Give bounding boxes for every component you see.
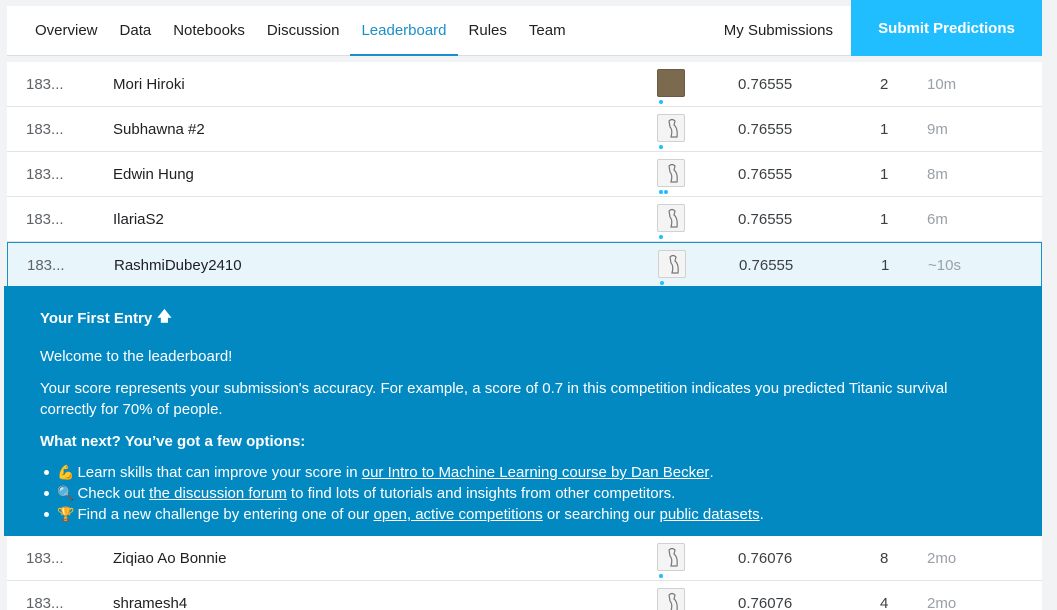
tier-dot-icon — [660, 281, 664, 285]
rank: 183... — [26, 121, 64, 138]
trophy-icon: 🏆 — [57, 506, 75, 522]
entries-count: 4 — [880, 595, 889, 610]
rank: 183... — [26, 595, 64, 610]
magnifier-icon: 🔍 — [57, 485, 75, 501]
score: 0.76076 — [738, 550, 793, 567]
active-competitions-link[interactable]: open, active competitions — [373, 504, 542, 525]
table-row-current-user[interactable]: 183... RashmiDubey2410 0.76555 1 ~10s — [7, 242, 1042, 289]
entries-count: 1 — [880, 121, 889, 138]
score: 0.76555 — [738, 121, 793, 138]
first-entry-panel: Your First Entry 🡅 Welcome to the leader… — [4, 286, 1042, 536]
submit-predictions-button[interactable]: Submit Predictions — [851, 0, 1042, 56]
flexed-biceps-icon: 💪 — [57, 464, 75, 480]
welcome-text: Welcome to the leaderboard! — [40, 348, 233, 365]
score: 0.76076 — [738, 595, 793, 610]
next-heading: What next? You’ve got a few options: — [40, 433, 306, 450]
score: 0.76555 — [738, 76, 793, 93]
goose-icon — [668, 118, 678, 138]
goose-icon — [668, 592, 678, 610]
tier-dot-icon — [659, 574, 663, 578]
tier-dot-icon — [659, 190, 663, 194]
last-submission: 6m — [927, 211, 948, 228]
list-item: 🔍 Check out the discussion forum to find… — [40, 483, 1006, 504]
table-row[interactable]: 183... Edwin Hung 0.76555 1 8m — [7, 152, 1042, 197]
rank: 183... — [27, 257, 65, 274]
avatar[interactable] — [657, 543, 685, 571]
avatar[interactable] — [657, 69, 685, 97]
table-row[interactable]: 183... Subhawna #2 0.76555 1 9m — [7, 107, 1042, 152]
avatar[interactable] — [657, 114, 685, 142]
competition-nav: Overview Data Notebooks Discussion Leade… — [7, 0, 1042, 56]
table-row[interactable]: 183... Mori Hiroki 0.76555 2 10m — [7, 62, 1042, 107]
my-submissions-link[interactable]: My Submissions — [724, 6, 851, 55]
score: 0.76555 — [738, 166, 793, 183]
tier-dot-icon — [659, 145, 663, 149]
public-datasets-link[interactable]: public datasets — [660, 504, 760, 525]
entries-count: 1 — [880, 211, 889, 228]
goose-icon — [668, 208, 678, 228]
team-name[interactable]: Ziqiao Ao Bonnie — [113, 536, 226, 581]
leaderboard-table: 183... Mori Hiroki 0.76555 2 10m 183... … — [7, 62, 1042, 289]
score: 0.76555 — [738, 211, 793, 228]
entries-count: 1 — [880, 166, 889, 183]
goose-icon — [668, 163, 678, 183]
list-item: 💪 Learn skills that can improve your sco… — [40, 462, 1006, 483]
score: 0.76555 — [739, 257, 794, 274]
avatar[interactable] — [657, 204, 685, 232]
team-name[interactable]: shramesh4 — [113, 581, 187, 610]
entries-count: 1 — [881, 257, 890, 274]
rank: 183... — [26, 76, 64, 93]
last-submission: 9m — [927, 121, 948, 138]
tab-overview[interactable]: Overview — [7, 6, 109, 55]
rank: 183... — [26, 550, 64, 567]
team-name[interactable]: Subhawna #2 — [113, 107, 205, 152]
entries-count: 2 — [880, 76, 889, 93]
team-name[interactable]: Mori Hiroki — [113, 62, 185, 107]
list-item: 🏆 Find a new challenge by entering one o… — [40, 504, 1006, 525]
table-row[interactable]: 183... IlariaS2 0.76555 1 6m — [7, 197, 1042, 242]
last-submission: 2mo — [927, 550, 957, 567]
score-explanation: Your score represents your submission's … — [40, 380, 948, 418]
avatar[interactable] — [657, 588, 685, 610]
leaderboard-table-continued: 183... Ziqiao Ao Bonnie 0.76076 8 2mo 18… — [7, 536, 1042, 610]
intro-ml-course-link[interactable]: our Intro to Machine Learning course by … — [362, 462, 710, 483]
panel-title: Your First Entry 🡅 — [40, 306, 1006, 330]
table-row[interactable]: 183... shramesh4 0.76076 4 2mo — [7, 581, 1042, 610]
tab-discussion[interactable]: Discussion — [256, 6, 351, 55]
tier-dot-icon — [664, 190, 668, 194]
tab-data[interactable]: Data — [109, 6, 163, 55]
team-name[interactable]: Edwin Hung — [113, 152, 194, 197]
table-row[interactable]: 183... Ziqiao Ao Bonnie 0.76076 8 2mo — [7, 536, 1042, 581]
tab-team[interactable]: Team — [518, 6, 577, 55]
discussion-forum-link[interactable]: the discussion forum — [149, 483, 287, 504]
tab-rules[interactable]: Rules — [458, 6, 518, 55]
entries-count: 8 — [880, 550, 889, 567]
tier-dot-icon — [659, 235, 663, 239]
tab-notebooks[interactable]: Notebooks — [162, 6, 256, 55]
team-name[interactable]: IlariaS2 — [113, 197, 164, 242]
last-submission: 10m — [927, 76, 957, 93]
arrow-up-icon: 🡅 — [157, 308, 172, 324]
options-list: 💪 Learn skills that can improve your sco… — [40, 462, 1006, 525]
team-name[interactable]: RashmiDubey2410 — [114, 243, 242, 288]
rank: 183... — [26, 211, 64, 228]
rank: 183... — [26, 166, 64, 183]
last-submission: ~10s — [928, 257, 961, 274]
avatar[interactable] — [657, 159, 685, 187]
goose-icon — [668, 547, 678, 567]
goose-icon — [669, 254, 679, 274]
last-submission: 2mo — [927, 595, 957, 610]
last-submission: 8m — [927, 166, 948, 183]
avatar[interactable] — [658, 250, 686, 278]
tab-leaderboard[interactable]: Leaderboard — [350, 6, 458, 56]
tier-dot-icon — [659, 100, 663, 104]
